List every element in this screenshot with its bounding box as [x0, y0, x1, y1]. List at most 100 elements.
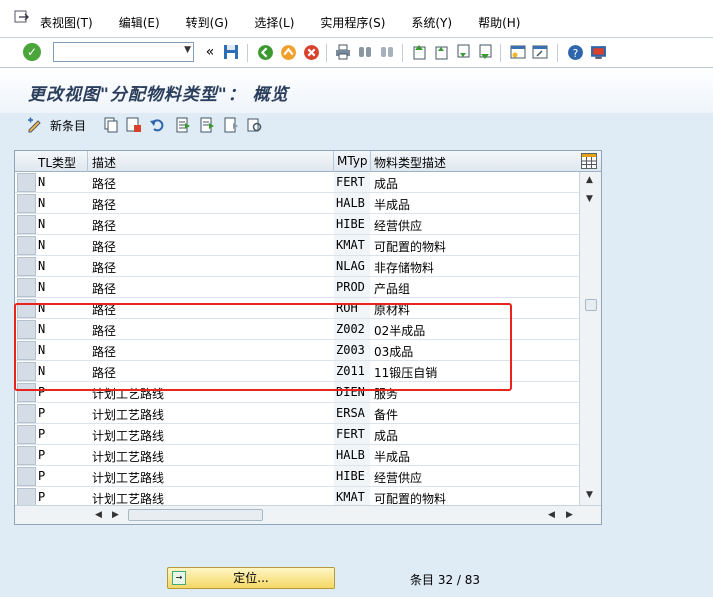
- table-row[interactable]: P 计划工艺路线 HIBE 经营供应: [15, 466, 579, 487]
- command-field[interactable]: ▼: [53, 42, 194, 62]
- chevron-down-icon[interactable]: ▼: [184, 45, 191, 55]
- cell-tl-type[interactable]: P: [38, 427, 45, 441]
- cell-mtyp[interactable]: ERSA: [336, 406, 365, 420]
- scroll-right-small-icon[interactable]: ▶: [112, 510, 119, 520]
- table-row[interactable]: N 路径 HALB 半成品: [15, 193, 579, 214]
- column-header-material-type-desc[interactable]: 物料类型描述: [374, 154, 446, 171]
- cell-mtyp[interactable]: NLAG: [336, 259, 365, 273]
- row-selector[interactable]: [17, 194, 36, 213]
- menu-item[interactable]: 系统(Y): [411, 14, 452, 31]
- scroll-right-icon[interactable]: ▶: [566, 510, 573, 520]
- shortcut-icon[interactable]: [531, 43, 549, 61]
- column-separator[interactable]: [333, 151, 334, 172]
- table-row[interactable]: N 路径 FERT 成品: [15, 172, 579, 193]
- locate-button[interactable]: → 定位...: [167, 567, 335, 589]
- scroll-left-icon[interactable]: ◀: [95, 510, 102, 520]
- scroll-up-icon[interactable]: ▲: [586, 175, 593, 185]
- table-row[interactable]: N 路径 HIBE 经营供应: [15, 214, 579, 235]
- column-header-mtyp[interactable]: MTyp: [337, 154, 368, 168]
- cell-tl-type[interactable]: N: [38, 217, 45, 231]
- menu-exit-icon[interactable]: [14, 9, 30, 25]
- collapse-icon[interactable]: «: [201, 43, 219, 61]
- undo-icon[interactable]: [149, 117, 165, 133]
- select-block-icon[interactable]: [199, 117, 215, 133]
- deselect-all-icon[interactable]: [223, 117, 239, 133]
- cell-material-type-desc: 经营供应: [374, 219, 423, 233]
- vertical-scroll-thumb[interactable]: [585, 299, 597, 311]
- cell-tl-type[interactable]: N: [38, 175, 45, 189]
- row-selector[interactable]: [17, 236, 36, 255]
- next-page-icon[interactable]: [454, 43, 472, 61]
- table-row[interactable]: P 计划工艺路线 HALB 半成品: [15, 445, 579, 466]
- command-input[interactable]: [54, 43, 174, 61]
- table-row[interactable]: N 路径 PROD 产品组: [15, 277, 579, 298]
- table-settings-icon[interactable]: [581, 153, 597, 169]
- new-session-icon[interactable]: [509, 43, 527, 61]
- scroll-down-icon[interactable]: ▼: [586, 490, 593, 500]
- cell-mtyp[interactable]: FERT: [336, 175, 365, 189]
- cell-mtyp[interactable]: HALB: [336, 448, 365, 462]
- cell-tl-type[interactable]: P: [38, 490, 45, 504]
- cell-tl-type[interactable]: N: [38, 280, 45, 294]
- cell-mtyp[interactable]: PROD: [336, 280, 365, 294]
- cell-material-type-desc: 产品组: [374, 282, 411, 296]
- row-selector[interactable]: [17, 257, 36, 276]
- copy-icon[interactable]: [103, 117, 119, 133]
- row-selector[interactable]: [17, 215, 36, 234]
- prev-page-icon[interactable]: [432, 43, 450, 61]
- back-icon[interactable]: [256, 43, 274, 61]
- column-separator[interactable]: [370, 151, 371, 172]
- cell-mtyp[interactable]: HIBE: [336, 469, 365, 483]
- last-page-icon[interactable]: [476, 43, 494, 61]
- menu-item[interactable]: 编辑(E): [119, 14, 160, 31]
- table-row[interactable]: N 路径 KMAT 可配置的物料: [15, 235, 579, 256]
- cell-mtyp[interactable]: KMAT: [336, 490, 365, 504]
- table-row[interactable]: N 路径 NLAG 非存储物料: [15, 256, 579, 277]
- cell-mtyp[interactable]: HALB: [336, 196, 365, 210]
- find-next-icon[interactable]: [378, 43, 396, 61]
- row-selector[interactable]: [17, 446, 36, 465]
- cell-tl-type[interactable]: N: [38, 238, 45, 252]
- layout-icon[interactable]: [589, 43, 607, 61]
- row-selector[interactable]: [17, 425, 36, 444]
- column-header-description[interactable]: 描述: [92, 154, 116, 171]
- save-icon[interactable]: [222, 43, 240, 61]
- row-selector[interactable]: [17, 467, 36, 486]
- delete-icon[interactable]: [126, 117, 142, 133]
- cell-tl-type[interactable]: P: [38, 406, 45, 420]
- new-entries-button[interactable]: 新条目: [26, 116, 86, 134]
- ok-icon[interactable]: ✓: [23, 43, 41, 61]
- menu-item[interactable]: 选择(L): [254, 14, 294, 31]
- scroll-down-small-icon[interactable]: ▼: [586, 194, 593, 204]
- help-icon[interactable]: ?: [566, 43, 584, 61]
- cell-tl-type[interactable]: P: [38, 448, 45, 462]
- print-icon[interactable]: [334, 43, 352, 61]
- vertical-scrollbar[interactable]: ▲ ▼ ▼: [579, 172, 601, 507]
- cell-mtyp[interactable]: KMAT: [336, 238, 365, 252]
- first-page-icon[interactable]: [410, 43, 428, 61]
- cell-tl-type[interactable]: N: [38, 196, 45, 210]
- scroll-left-end-icon[interactable]: ◀: [548, 510, 555, 520]
- menu-item[interactable]: 实用程序(S): [320, 14, 385, 31]
- menu-item[interactable]: 帮助(H): [478, 14, 520, 31]
- select-all-icon[interactable]: [175, 117, 191, 133]
- find-icon[interactable]: [356, 43, 374, 61]
- table-row[interactable]: P 计划工艺路线 ERSA 备件: [15, 403, 579, 424]
- cell-mtyp[interactable]: FERT: [336, 427, 365, 441]
- cell-mtyp[interactable]: HIBE: [336, 217, 365, 231]
- table-row[interactable]: P 计划工艺路线 FERT 成品: [15, 424, 579, 445]
- menu-item[interactable]: 表视图(T): [40, 14, 93, 31]
- column-separator[interactable]: [87, 151, 88, 172]
- cancel-icon[interactable]: [302, 43, 320, 61]
- cell-tl-type[interactable]: N: [38, 259, 45, 273]
- row-selector[interactable]: [17, 404, 36, 423]
- horizontal-scroll-thumb[interactable]: [128, 509, 263, 521]
- row-selector[interactable]: [17, 173, 36, 192]
- menu-item[interactable]: 转到(G): [186, 14, 229, 31]
- cell-tl-type[interactable]: P: [38, 469, 45, 483]
- row-selector[interactable]: [17, 278, 36, 297]
- horizontal-scrollbar[interactable]: ◀ ▶ ◀ ▶: [15, 505, 601, 524]
- view-icon[interactable]: [247, 117, 263, 133]
- column-header-tl-type[interactable]: TL类型: [38, 154, 76, 171]
- exit-icon[interactable]: [279, 43, 297, 61]
